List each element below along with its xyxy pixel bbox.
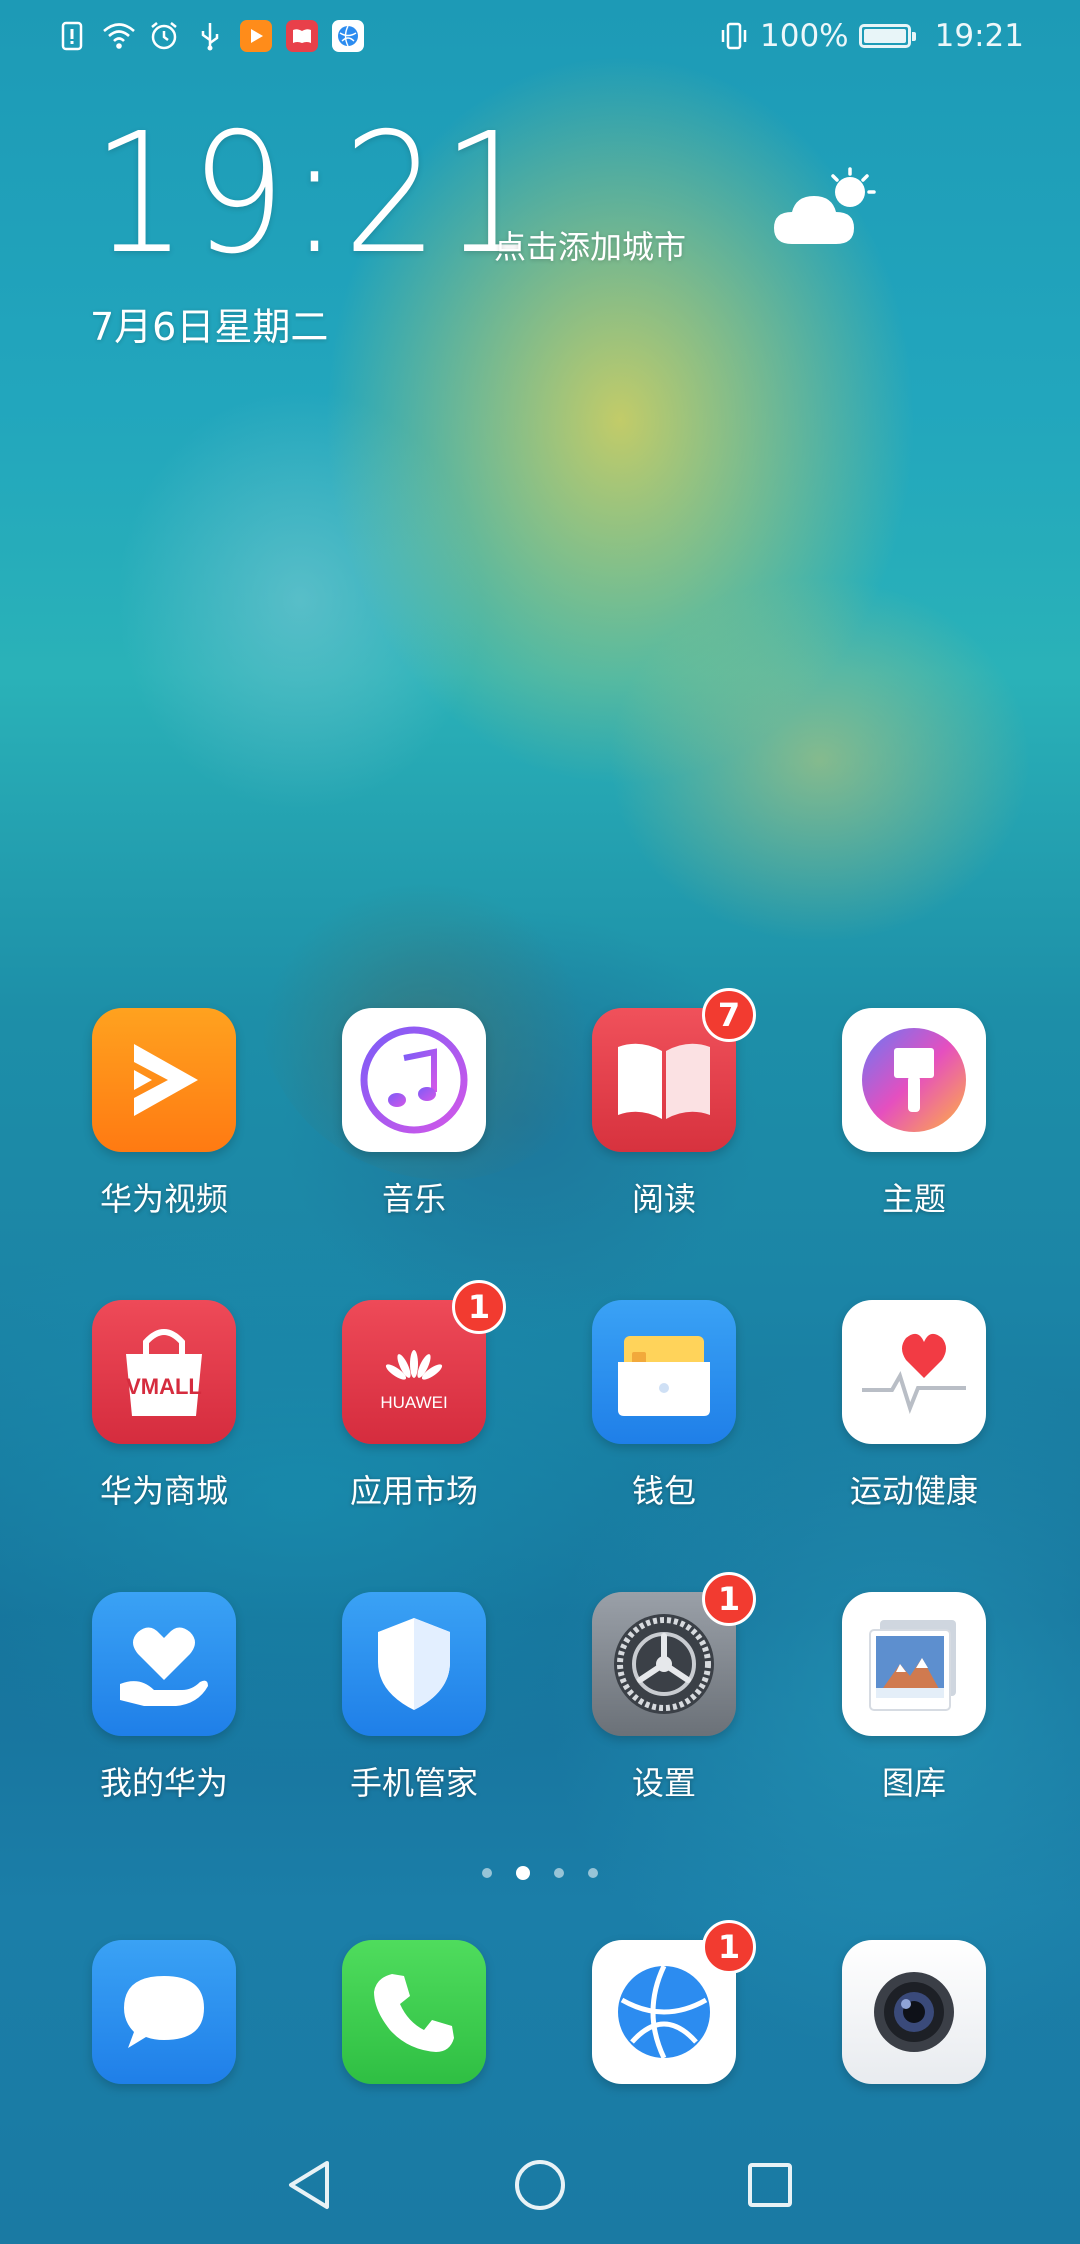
vibrate-icon bbox=[718, 20, 750, 52]
alarm-icon bbox=[148, 20, 180, 52]
huawei-video-icon bbox=[92, 1008, 236, 1152]
browser-notif-icon bbox=[332, 20, 364, 52]
notification-badge: 1 bbox=[702, 1572, 756, 1626]
phone-icon bbox=[342, 1940, 486, 2084]
dock-browser[interactable]: 1 bbox=[564, 1920, 764, 2084]
app-label: 运动健康 bbox=[849, 1472, 978, 1510]
app-wallet[interactable]: 钱包 bbox=[564, 1300, 764, 1512]
partly-cloudy-icon[interactable] bbox=[770, 166, 880, 256]
app-my-huawei[interactable]: 我的华为 bbox=[64, 1592, 264, 1804]
app-label: 阅读 bbox=[631, 1180, 696, 1218]
app-label: 设置 bbox=[631, 1764, 696, 1802]
wallet-icon bbox=[592, 1300, 736, 1444]
app-phone-manager[interactable]: 手机管家 bbox=[314, 1592, 514, 1804]
wifi-icon bbox=[102, 20, 135, 52]
app-label: 华为商城 bbox=[99, 1472, 228, 1510]
page-dot[interactable] bbox=[482, 1868, 492, 1878]
my-huawei-icon bbox=[92, 1592, 236, 1736]
app-appgallery[interactable]: HUAWEI 1 应用市场 bbox=[314, 1280, 514, 1512]
health-icon bbox=[842, 1300, 986, 1444]
app-label: 手机管家 bbox=[349, 1764, 478, 1802]
gallery-icon bbox=[842, 1592, 986, 1736]
app-label: 主题 bbox=[881, 1180, 946, 1218]
home-screen: 100% 19:21 19:21 点击添加城市 7月6日星期二 华为视频 音乐 … bbox=[0, 0, 1080, 2244]
app-health[interactable]: 运动健康 bbox=[814, 1300, 1014, 1512]
messages-icon bbox=[92, 1940, 236, 2084]
home-icon[interactable] bbox=[505, 2150, 575, 2220]
page-indicator[interactable] bbox=[0, 1866, 1080, 1880]
app-label: 华为视频 bbox=[99, 1180, 228, 1218]
app-music[interactable]: 音乐 bbox=[314, 1008, 514, 1220]
app-reader[interactable]: 7 阅读 bbox=[564, 988, 764, 1220]
music-icon bbox=[342, 1008, 486, 1152]
clock-time[interactable]: 19:21 bbox=[92, 112, 541, 278]
app-label: 应用市场 bbox=[349, 1472, 478, 1510]
notification-badge: 7 bbox=[702, 988, 756, 1042]
phone-manager-icon bbox=[342, 1592, 486, 1736]
huawei-text: HUAWEI bbox=[380, 1393, 447, 1412]
page-dot-active[interactable] bbox=[516, 1866, 530, 1880]
back-icon[interactable] bbox=[274, 2150, 344, 2220]
navigation-bar bbox=[0, 2124, 1080, 2244]
huawei-video-notif-icon bbox=[240, 20, 272, 52]
battery-percent: 100% bbox=[760, 18, 849, 54]
status-bar: 100% 19:21 bbox=[0, 0, 1080, 80]
notification-badge: 1 bbox=[702, 1920, 756, 1974]
app-settings[interactable]: 1 设置 bbox=[564, 1572, 764, 1804]
dock-messages[interactable] bbox=[64, 1940, 264, 2084]
alert-icon bbox=[56, 20, 88, 52]
app-label: 钱包 bbox=[631, 1472, 696, 1510]
app-vmall[interactable]: VMALL 华为商城 bbox=[64, 1300, 264, 1512]
usb-icon bbox=[194, 20, 226, 52]
themes-icon bbox=[842, 1008, 986, 1152]
add-city-link[interactable]: 点击添加城市 bbox=[494, 222, 686, 268]
app-label: 音乐 bbox=[381, 1180, 446, 1218]
camera-icon bbox=[842, 1940, 986, 2084]
app-themes[interactable]: 主题 bbox=[814, 1008, 1014, 1220]
app-huawei-video[interactable]: 华为视频 bbox=[64, 1008, 264, 1220]
clock-date: 7月6日星期二 bbox=[90, 305, 329, 349]
battery-icon bbox=[858, 24, 916, 48]
app-label: 我的华为 bbox=[99, 1764, 228, 1802]
page-dot[interactable] bbox=[554, 1868, 564, 1878]
vmall-icon: VMALL bbox=[92, 1300, 236, 1444]
vmall-text: VMALL bbox=[126, 1374, 202, 1399]
dock-phone[interactable] bbox=[314, 1940, 514, 2084]
app-label: 图库 bbox=[881, 1764, 946, 1802]
app-gallery[interactable]: 图库 bbox=[814, 1592, 1014, 1804]
dock-camera[interactable] bbox=[814, 1940, 1014, 2084]
page-dot[interactable] bbox=[588, 1868, 598, 1878]
reader-notif-icon bbox=[286, 20, 318, 52]
status-time: 19:21 bbox=[934, 18, 1024, 54]
recents-icon[interactable] bbox=[735, 2150, 805, 2220]
notification-badge: 1 bbox=[452, 1280, 506, 1334]
